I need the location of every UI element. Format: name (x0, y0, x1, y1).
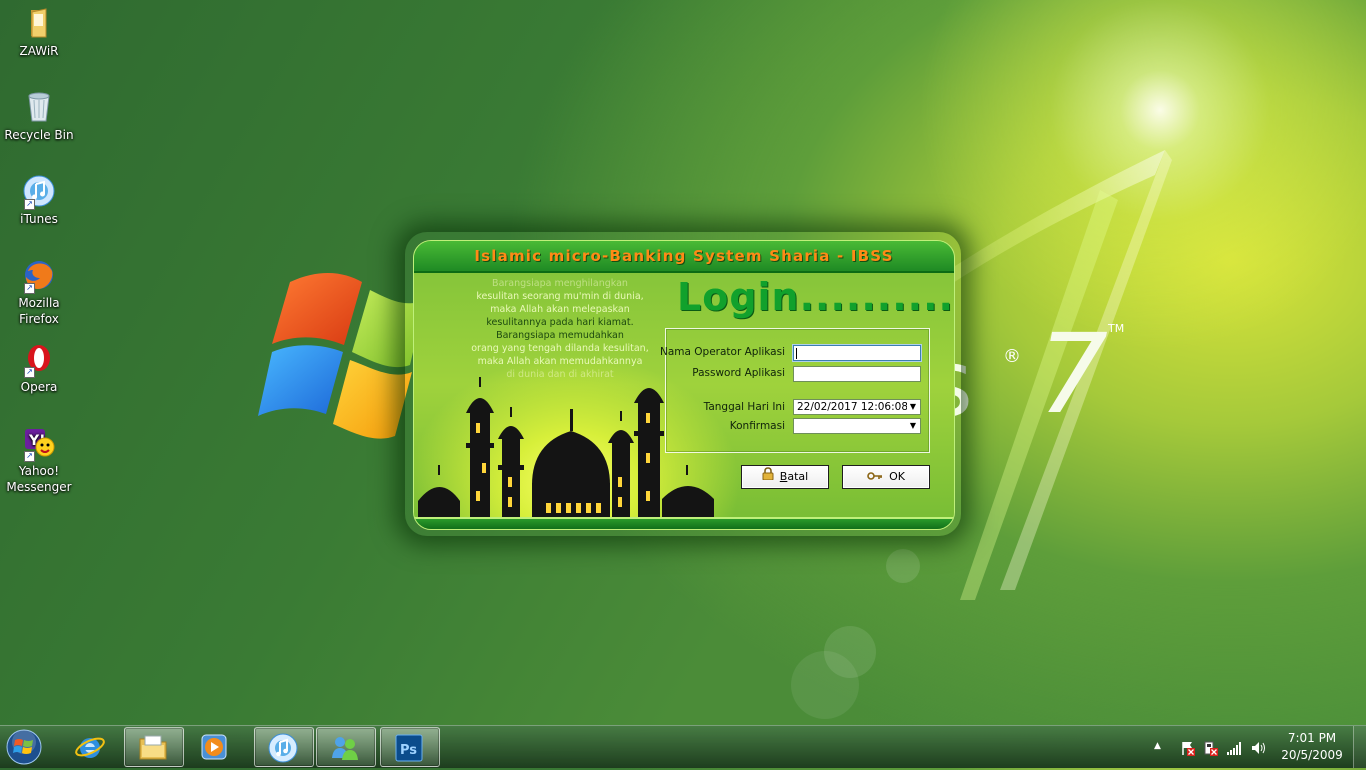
internet-explorer-icon (75, 737, 105, 758)
operator-label: Nama Operator Aplikasi (659, 346, 785, 358)
security-warning-icon[interactable] (1202, 740, 1218, 756)
volume-icon[interactable] (1250, 740, 1266, 756)
desktop-icon-label: Mozilla Firefox (18, 296, 60, 326)
clock-time: 7:01 PM (1287, 731, 1337, 745)
media-player-icon (201, 734, 227, 760)
login-heading: Login.......... (677, 275, 954, 319)
taskbar-messenger[interactable] (316, 727, 376, 767)
itunes-icon: ↗ (22, 174, 56, 210)
cancel-label: atal (787, 470, 809, 483)
confirm-label: Konfirmasi (729, 420, 785, 432)
quote-line: orang yang tengah dilanda kesulitan, (471, 343, 649, 354)
taskbar-photoshop[interactable]: Ps (380, 727, 440, 767)
chevron-down-icon[interactable]: ▼ (907, 401, 919, 413)
key-icon (867, 466, 883, 488)
text-caret (796, 348, 797, 359)
network-signal-icon[interactable] (1226, 740, 1242, 756)
desktop-icon-label: Opera (20, 380, 58, 394)
date-picker[interactable]: 22/02/2017 12:06:08 ▼ (793, 399, 921, 415)
wallpaper-registered-mark: ® (1003, 346, 1021, 367)
login-quote: Barangsiapa menghilangkan kesulitan seor… (430, 277, 690, 381)
windows-explorer-icon (139, 735, 167, 760)
desktop-icon-label: Yahoo! Messenger (6, 464, 72, 494)
quote-line: kesulitannya pada hari kiamat. (486, 317, 634, 328)
date-value: 22/02/2017 12:06:08 (797, 401, 909, 413)
firefox-icon: ↗ (22, 258, 56, 294)
action-center-icon[interactable] (1180, 740, 1196, 756)
taskbar-windows-explorer[interactable] (124, 727, 184, 767)
cancel-button[interactable]: Batal (741, 465, 829, 489)
quote-line: Barangsiapa memudahkan (496, 330, 624, 341)
login-bottom-strip (414, 517, 954, 529)
taskbar-itunes[interactable] (254, 727, 314, 767)
quote-line: maka Allah akan melepaskan (490, 304, 630, 315)
login-form: Nama Operator Aplikasi Password Aplikasi… (660, 328, 930, 453)
yahoo-messenger-icon: Y! ↗ (22, 426, 56, 462)
operator-name-input[interactable] (793, 345, 921, 361)
opera-icon: ↗ (22, 342, 56, 378)
chevron-up-icon[interactable]: ▲ (1154, 741, 1170, 757)
quote-line: Barangsiapa menghilangkan (492, 278, 628, 289)
windows-orb-icon (6, 729, 42, 765)
messenger-icon (332, 737, 358, 760)
quote-line: kesulitan seorang mu'min di dunia, (476, 291, 644, 302)
desktop-icon-recycle-bin[interactable]: Recycle Bin (0, 86, 78, 143)
start-button[interactable] (4, 728, 44, 766)
clock-date: 20/5/2009 (1281, 748, 1343, 762)
password-label: Password Aplikasi (692, 367, 785, 379)
desktop-icon-opera[interactable]: ↗ Opera (0, 338, 78, 395)
taskbar-media-player[interactable] (186, 727, 244, 765)
photoshop-icon: Ps (395, 734, 423, 762)
lock-icon (762, 466, 774, 488)
desktop-icon-label: iTunes (20, 212, 58, 226)
photoshop-label: Ps (400, 743, 417, 758)
taskbar: Ps ▲ 7:01 PM 20/5/2009 (0, 725, 1366, 768)
login-title: Islamic micro-Banking System Sharia - IB… (474, 247, 894, 265)
desktop-icon-firefox[interactable]: ↗ Mozilla Firefox (0, 254, 78, 327)
desktop-icon-label: Recycle Bin (4, 128, 74, 142)
taskbar-internet-explorer[interactable] (62, 727, 120, 765)
confirm-select[interactable]: ▼ (793, 418, 921, 434)
wallpaper-version-seven: 7 (1038, 310, 1108, 438)
login-title-bar[interactable]: Islamic micro-Banking System Sharia - IB… (414, 241, 954, 273)
login-window[interactable]: Islamic micro-Banking System Sharia - IB… (413, 240, 955, 530)
desktop-icon-zawir[interactable]: ZAWiR (0, 2, 78, 59)
wallpaper-trademark: TM (1107, 322, 1124, 335)
password-input[interactable] (793, 366, 921, 382)
desktop-icon-label: ZAWiR (19, 44, 59, 58)
taskbar-clock[interactable]: 7:01 PM 20/5/2009 (1270, 730, 1354, 764)
chevron-down-icon[interactable]: ▼ (907, 420, 919, 432)
desktop-icon-itunes[interactable]: ↗ iTunes (0, 170, 78, 227)
recycle-bin-icon (22, 90, 56, 124)
show-desktop-button[interactable] (1353, 726, 1366, 768)
ok-button[interactable]: OK (842, 465, 930, 489)
date-label: Tanggal Hari Ini (703, 401, 785, 413)
quote-line: maka Allah akan memudahkannya (477, 356, 643, 367)
ok-label: OK (889, 470, 905, 483)
desktop-icon-yahoo-messenger[interactable]: Y! ↗ Yahoo! Messenger (0, 422, 78, 495)
folder-icon (22, 6, 56, 40)
itunes-icon (268, 733, 298, 763)
